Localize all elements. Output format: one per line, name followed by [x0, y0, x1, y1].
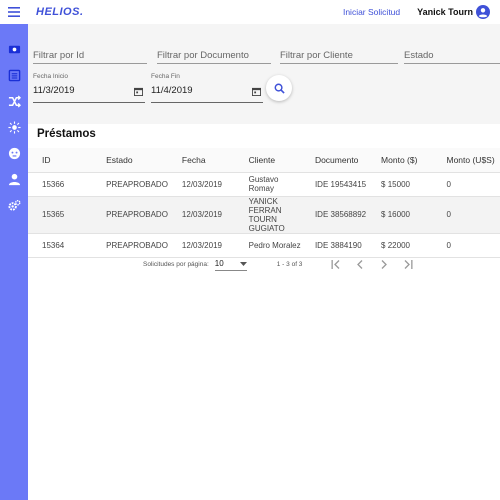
main-content: Fecha Inicio 11/3/2019 Fecha Fin 11/4/20…: [28, 24, 500, 500]
table-row[interactable]: 15366 PREAPROBADO 12/03/2019 Gustavo Rom…: [28, 172, 500, 197]
cell-amount-pesos: $ 15000: [367, 172, 433, 197]
document-filter-field[interactable]: [157, 42, 271, 64]
cell-status: PREAPROBADO: [92, 196, 168, 234]
table-header-row: ID Estado Fecha Cliente Documento Monto …: [28, 148, 500, 173]
end-date-field[interactable]: Fecha Fin 11/4/2019: [151, 73, 263, 103]
sidebar-item-loans[interactable]: [0, 36, 28, 62]
table-row[interactable]: 15365 PREAPROBADO 12/03/2019 YANICK FERR…: [28, 196, 500, 234]
sidebar-item-list[interactable]: [0, 62, 28, 88]
column-header-date[interactable]: Fecha: [167, 148, 235, 173]
start-date-field[interactable]: Fecha Inicio 11/3/2019: [33, 73, 145, 103]
column-header-document[interactable]: Documento: [300, 148, 368, 173]
previous-page-button[interactable]: [348, 257, 372, 271]
rows-per-page-label: Solicitudes por página:: [143, 260, 209, 268]
id-filter-input[interactable]: [33, 42, 147, 63]
sidebar-item-sun[interactable]: [0, 114, 28, 140]
user-name[interactable]: Yanick Tourn: [417, 7, 473, 17]
client-filter-input[interactable]: [280, 42, 398, 63]
column-header-amount-usd[interactable]: Monto (U$S): [432, 148, 500, 173]
search-icon: [274, 83, 285, 94]
face-icon: [8, 147, 20, 159]
pagination-range: 1 - 3 of 3: [276, 260, 303, 268]
search-button[interactable]: [266, 75, 292, 101]
column-header-client[interactable]: Cliente: [234, 148, 301, 173]
client-filter-field[interactable]: [280, 42, 398, 64]
list-icon: [8, 69, 20, 81]
start-request-link[interactable]: Iniciar Solicitud: [343, 7, 400, 17]
loans-table: ID Estado Fecha Cliente Documento Monto …: [28, 148, 500, 258]
cell-client: Gustavo Romay: [234, 172, 301, 197]
top-bar: HELIOS. Iniciar Solicitud Yanick Tourn: [0, 0, 500, 24]
cell-status: PREAPROBADO: [92, 172, 168, 197]
end-date-label: Fecha Fin: [151, 73, 180, 80]
sidebar-item-settings[interactable]: [0, 192, 28, 218]
shuffle-icon: [8, 94, 21, 108]
id-filter-field[interactable]: [33, 42, 147, 64]
sidebar-item-person[interactable]: [0, 166, 28, 192]
status-filter-input[interactable]: [404, 42, 500, 63]
cell-id: 15366: [28, 172, 93, 197]
money-icon: [8, 45, 20, 53]
start-date-value[interactable]: 11/3/2019: [33, 85, 75, 96]
cell-id: 15365: [28, 196, 93, 234]
pagination-nav: [324, 257, 420, 271]
document-filter-input[interactable]: [157, 42, 271, 63]
sun-icon: [7, 120, 21, 134]
sidebar: [0, 24, 28, 500]
calendar-icon[interactable]: [252, 87, 261, 96]
cell-client: YANICK FERRAN TOURN GUGIATO: [234, 196, 301, 234]
settings-icon: [7, 199, 20, 211]
filters-panel: Fecha Inicio 11/3/2019 Fecha Fin 11/4/20…: [28, 24, 500, 124]
dropdown-arrow-icon: [239, 261, 247, 266]
account-circle-icon[interactable]: [476, 5, 490, 19]
rows-per-page-select[interactable]: 10: [214, 258, 247, 271]
sidebar-item-face[interactable]: [0, 140, 28, 166]
rows-per-page-value: 10: [214, 259, 224, 268]
hamburger-icon: [8, 7, 20, 17]
cell-amount-usd: 0: [432, 196, 500, 234]
cell-document: IDE 38568892: [300, 196, 368, 234]
menu-button[interactable]: [0, 0, 28, 24]
chevron-left-icon: [357, 259, 363, 269]
cell-amount-usd: 0: [432, 172, 500, 197]
chevron-right-icon: [381, 259, 388, 269]
first-page-icon: [331, 259, 340, 269]
cell-date: 12/03/2019: [167, 196, 235, 234]
start-date-label: Fecha Inicio: [33, 73, 69, 80]
cell-date: 12/03/2019: [167, 172, 235, 197]
pagination-bar: Solicitudes por página: 10 1 - 3 of 3: [28, 252, 500, 276]
last-page-icon: [404, 259, 413, 269]
status-filter-field[interactable]: [404, 42, 500, 64]
column-header-id[interactable]: ID: [28, 148, 93, 173]
cell-document: IDE 19543415: [300, 172, 368, 197]
column-header-amount-pesos[interactable]: Monto ($): [367, 148, 433, 173]
column-header-status[interactable]: Estado: [92, 148, 168, 173]
calendar-icon[interactable]: [134, 87, 143, 96]
cell-amount-pesos: $ 16000: [367, 196, 433, 234]
table-title: Préstamos: [37, 128, 96, 140]
last-page-button[interactable]: [396, 257, 420, 271]
next-page-button[interactable]: [372, 257, 396, 271]
end-date-value[interactable]: 11/4/2019: [151, 85, 193, 96]
person-icon: [8, 173, 20, 185]
sidebar-item-shuffle[interactable]: [0, 88, 28, 114]
first-page-button[interactable]: [324, 257, 348, 271]
app-logo: HELIOS.: [36, 6, 84, 18]
